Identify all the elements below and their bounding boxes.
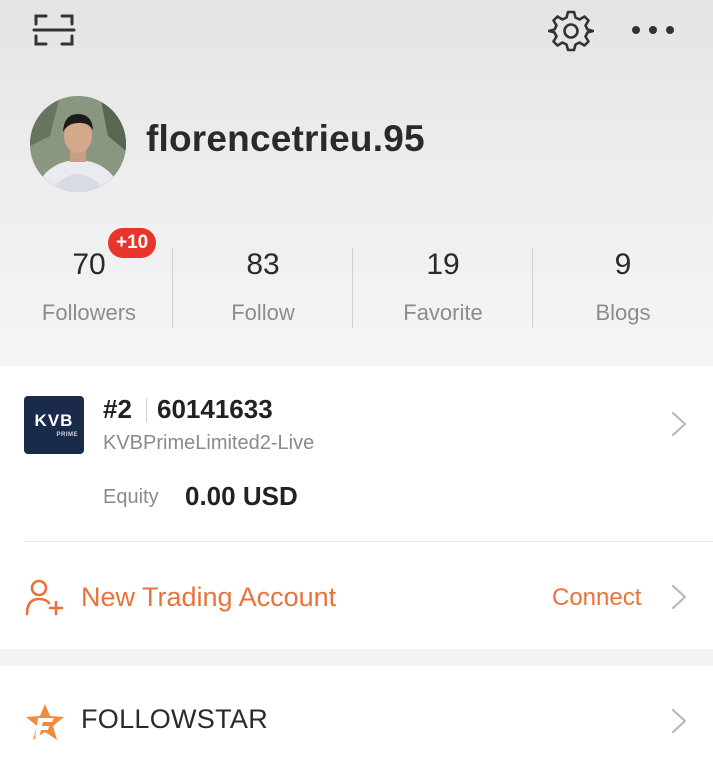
followers-label: Followers <box>41 300 137 325</box>
more-dots-icon <box>632 26 674 34</box>
stats-row: 70 +10 Followers 83 Follow 19 Favorite 9… <box>0 228 713 335</box>
trading-account-card: KVB PRIME #2 60141633 KVBPrimeLimited2-L… <box>0 366 713 649</box>
chevron-right-icon <box>671 584 687 610</box>
equity-label: Equity <box>103 486 159 508</box>
broker-logo-subtext: PRIME <box>56 432 78 438</box>
chevron-right-icon <box>671 708 687 734</box>
account-number: 60141633 <box>157 394 273 424</box>
followstar-icon <box>26 704 64 740</box>
broker-logo: KVB PRIME <box>24 396 84 454</box>
follow-count: 83 <box>246 248 280 281</box>
blogs-label: Blogs <box>595 300 651 325</box>
new-trading-account-label: New Trading Account <box>81 582 337 612</box>
chevron-right-icon <box>671 411 687 437</box>
blogs-count: 9 <box>614 248 632 281</box>
account-row[interactable]: KVB PRIME #2 60141633 KVBPrimeLimited2-L… <box>0 366 713 541</box>
settings-button[interactable] <box>547 8 595 54</box>
stat-favorite[interactable]: 19 Favorite <box>354 240 532 335</box>
more-button[interactable] <box>628 14 678 46</box>
account-rank: #2 <box>103 394 132 424</box>
followers-new-badge: +10 <box>108 228 157 258</box>
followstar-label: FOLLOWSTAR <box>81 704 269 734</box>
followstar-row[interactable]: FOLLOWSTAR <box>0 666 713 764</box>
profile-header: florencetrieu.95 70 +10 Followers 83 Fol… <box>0 0 713 365</box>
new-trading-account-row[interactable]: New Trading Account Connect <box>0 542 713 649</box>
stat-divider <box>172 248 173 328</box>
username: florencetrieu.95 <box>146 118 425 159</box>
favorite-count: 19 <box>426 248 460 281</box>
connect-button[interactable]: Connect <box>552 584 641 612</box>
stat-divider <box>352 248 353 328</box>
account-separator <box>146 398 147 422</box>
profile-page: florencetrieu.95 70 +10 Followers 83 Fol… <box>0 0 713 764</box>
broker-logo-text: KVB <box>34 411 74 430</box>
equity-value: 0.00 USD <box>185 481 298 511</box>
stat-followers[interactable]: 70 +10 Followers <box>0 228 178 335</box>
favorite-label: Favorite <box>403 300 483 325</box>
person-plus-icon <box>25 579 64 616</box>
avatar-photo <box>30 96 126 192</box>
stat-blogs[interactable]: 9 Blogs <box>534 240 712 335</box>
avatar[interactable] <box>30 96 126 192</box>
scan-button[interactable] <box>30 10 78 50</box>
account-server: KVBPrimeLimited2-Live <box>103 432 315 454</box>
follow-label: Follow <box>231 300 295 325</box>
gear-icon <box>547 10 595 52</box>
stat-follow[interactable]: 83 Follow <box>174 240 352 335</box>
scan-icon <box>32 14 76 46</box>
stat-divider <box>532 248 533 328</box>
